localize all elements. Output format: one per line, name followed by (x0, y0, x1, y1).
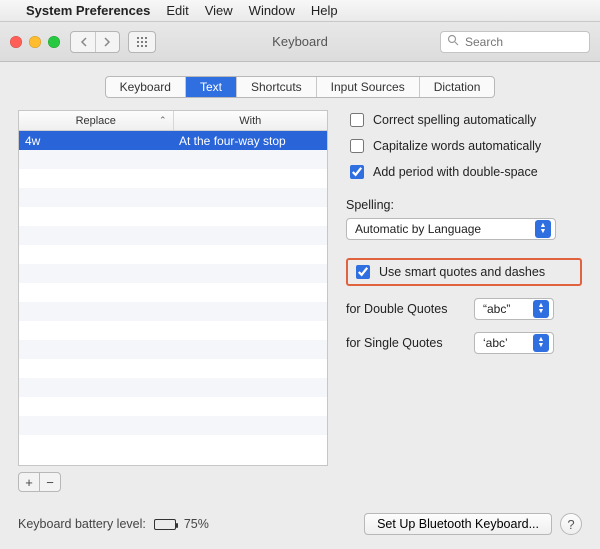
popup-arrows-icon: ▲▼ (533, 300, 549, 318)
tab-dictation[interactable]: Dictation (419, 77, 495, 97)
table-row[interactable] (19, 302, 327, 321)
table-row[interactable]: 4w At the four-way stop (19, 131, 327, 150)
table-header: Replace ⌃ With (19, 111, 327, 131)
correct-spelling-label: Correct spelling automatically (373, 113, 536, 127)
add-remove-controls: + − (18, 472, 328, 492)
period-check[interactable] (350, 165, 364, 179)
smart-quotes-highlight: Use smart quotes and dashes (346, 258, 582, 286)
table-row[interactable] (19, 283, 327, 302)
zoom-window-button[interactable] (48, 36, 60, 48)
table-row[interactable] (19, 397, 327, 416)
period-label: Add period with double-space (373, 165, 538, 179)
table-row[interactable] (19, 207, 327, 226)
column-header-replace[interactable]: Replace ⌃ (19, 111, 173, 130)
table-row[interactable] (19, 378, 327, 397)
menu-edit[interactable]: Edit (166, 3, 188, 18)
table-row[interactable] (19, 435, 327, 454)
single-quotes-label: for Single Quotes (346, 336, 466, 350)
tab-bar: Keyboard Text Shortcuts Input Sources Di… (18, 76, 582, 98)
plus-icon: + (25, 475, 33, 490)
app-menu[interactable]: System Preferences (26, 3, 150, 18)
table-row[interactable] (19, 416, 327, 435)
tab-keyboard[interactable]: Keyboard (106, 77, 185, 97)
window-toolbar: Keyboard (0, 22, 600, 62)
cell-with: At the four-way stop (173, 134, 327, 148)
traffic-lights (10, 36, 60, 48)
replacements-table[interactable]: Replace ⌃ With 4w At the four-way stop (18, 110, 328, 466)
popup-arrows-icon: ▲▼ (535, 220, 551, 238)
spelling-label: Spelling: (346, 198, 582, 212)
table-row[interactable] (19, 188, 327, 207)
spelling-select[interactable]: Automatic by Language ▲▼ (346, 218, 556, 240)
column-header-with-label: With (239, 115, 261, 127)
footer: Keyboard battery level: 75% Set Up Bluet… (18, 505, 582, 549)
capitalize-check[interactable] (350, 139, 364, 153)
minimize-window-button[interactable] (29, 36, 41, 48)
remove-button[interactable]: − (39, 472, 61, 492)
close-window-button[interactable] (10, 36, 22, 48)
correct-spelling-check[interactable] (350, 113, 364, 127)
table-row[interactable] (19, 150, 327, 169)
table-row[interactable] (19, 321, 327, 340)
search-input[interactable] (463, 34, 583, 50)
preference-pane: Keyboard Text Shortcuts Input Sources Di… (0, 62, 600, 549)
table-row[interactable] (19, 169, 327, 188)
grid-icon (136, 36, 148, 48)
single-quotes-value: ‘abc’ (483, 336, 508, 350)
spelling-value: Automatic by Language (355, 222, 481, 236)
double-quotes-value: “abc” (483, 302, 510, 316)
table-row[interactable] (19, 340, 327, 359)
double-quotes-row: for Double Quotes “abc” ▲▼ (346, 298, 582, 320)
table-row[interactable] (19, 226, 327, 245)
correct-spelling-checkbox[interactable]: Correct spelling automatically (346, 110, 582, 130)
battery-label: Keyboard battery level: (18, 517, 146, 531)
add-button[interactable]: + (18, 472, 40, 492)
forward-button[interactable] (95, 32, 119, 52)
capitalize-checkbox[interactable]: Capitalize words automatically (346, 136, 582, 156)
replacements-column: Replace ⌃ With 4w At the four-way stop (18, 110, 328, 505)
tab-text[interactable]: Text (185, 77, 236, 97)
column-header-replace-label: Replace (76, 115, 116, 127)
system-menubar: System Preferences Edit View Window Help (0, 0, 600, 22)
capitalize-label: Capitalize words automatically (373, 139, 541, 153)
single-quotes-select[interactable]: ‘abc’ ▲▼ (474, 332, 554, 354)
smart-quotes-check[interactable] (356, 265, 370, 279)
options-column: Correct spelling automatically Capitaliz… (346, 110, 582, 505)
sort-indicator-icon: ⌃ (159, 115, 167, 126)
smart-quotes-label: Use smart quotes and dashes (379, 265, 545, 279)
menu-window[interactable]: Window (249, 3, 295, 18)
menu-view[interactable]: View (205, 3, 233, 18)
table-row[interactable] (19, 245, 327, 264)
setup-bluetooth-button[interactable]: Set Up Bluetooth Keyboard... (364, 513, 552, 535)
double-quotes-select[interactable]: “abc” ▲▼ (474, 298, 554, 320)
help-button[interactable]: ? (560, 513, 582, 535)
show-all-button[interactable] (128, 31, 156, 53)
chevron-right-icon (104, 37, 111, 47)
tab-input-sources[interactable]: Input Sources (316, 77, 419, 97)
battery-icon (154, 519, 176, 530)
table-body[interactable]: 4w At the four-way stop (19, 131, 327, 465)
popup-arrows-icon: ▲▼ (533, 334, 549, 352)
column-header-with[interactable]: With (173, 111, 328, 130)
menu-help[interactable]: Help (311, 3, 338, 18)
period-checkbox[interactable]: Add period with double-space (346, 162, 582, 182)
chevron-left-icon (80, 37, 87, 47)
double-quotes-label: for Double Quotes (346, 302, 466, 316)
tab-shortcuts[interactable]: Shortcuts (236, 77, 316, 97)
search-field-wrapper[interactable] (440, 31, 590, 53)
help-icon: ? (567, 517, 574, 532)
minus-icon: − (46, 475, 54, 490)
single-quotes-row: for Single Quotes ‘abc’ ▲▼ (346, 332, 582, 354)
nav-back-forward (70, 31, 120, 53)
search-icon (447, 34, 459, 49)
back-button[interactable] (71, 32, 95, 52)
battery-percent: 75% (184, 517, 209, 531)
cell-replace: 4w (19, 134, 173, 148)
table-row[interactable] (19, 359, 327, 378)
table-row[interactable] (19, 264, 327, 283)
